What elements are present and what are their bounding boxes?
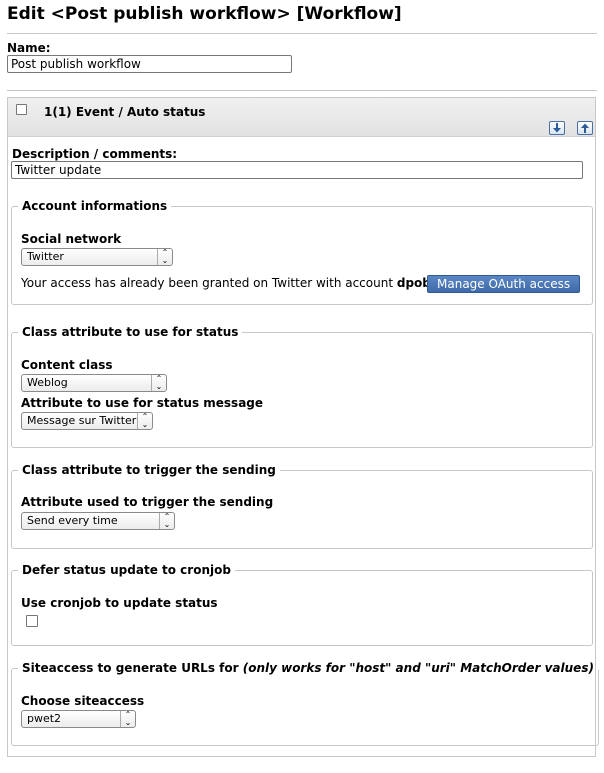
siteaccess-select-value: pwet2 xyxy=(27,712,62,725)
cronjob-checkbox[interactable] xyxy=(26,615,38,627)
siteaccess-label: Choose siteaccess xyxy=(21,694,145,708)
event-select-checkbox[interactable] xyxy=(16,104,27,115)
name-label: Name: xyxy=(7,41,51,55)
status-attribute-select[interactable]: Message sur Twitter ⌃ ⌄ xyxy=(21,412,153,430)
select-chevron-icon: ⌃ ⌄ xyxy=(120,711,135,727)
section-divider xyxy=(7,90,597,91)
arrow-down-icon xyxy=(553,123,561,133)
account-legend: Account informations xyxy=(22,199,168,213)
move-up-button[interactable] xyxy=(577,121,593,135)
page-title: Edit <Post publish workflow> [Workflow] xyxy=(7,4,402,24)
network-label: Social network xyxy=(21,232,122,246)
status-attribute-label: Attribute to use for status message xyxy=(21,396,264,410)
cronjob-legend: Defer status update to cronjob xyxy=(22,563,231,577)
title-divider xyxy=(7,33,597,34)
select-chevron-icon: ⌃ ⌄ xyxy=(137,413,152,429)
move-down-button[interactable] xyxy=(549,121,565,135)
content-class-select[interactable]: Weblog ⌃ ⌄ xyxy=(21,374,167,392)
manage-oauth-button[interactable]: Manage OAuth access xyxy=(427,275,581,293)
select-chevron-icon: ⌃ ⌄ xyxy=(151,375,166,391)
select-chevron-icon: ⌃ ⌄ xyxy=(159,513,174,529)
event-header-title: 1(1) Event / Auto status xyxy=(44,105,206,119)
siteaccess-legend-note: (only works for "host" and "uri" MatchOr… xyxy=(242,661,594,675)
trigger-select[interactable]: Send every time ⌃ ⌄ xyxy=(21,512,175,530)
cronjob-label: Use cronjob to update status xyxy=(21,596,218,610)
content-class-label: Content class xyxy=(21,358,113,372)
arrow-up-icon xyxy=(581,123,589,133)
network-select-value: Twitter xyxy=(27,250,64,263)
trigger-legend: Class attribute to trigger the sending xyxy=(22,463,276,477)
siteaccess-select[interactable]: pwet2 ⌃ ⌄ xyxy=(21,710,136,728)
name-input[interactable] xyxy=(7,55,292,73)
content-class-value: Weblog xyxy=(27,376,68,389)
siteaccess-legend-main: Siteaccess to generate URLs for xyxy=(22,661,243,675)
description-input[interactable] xyxy=(11,161,583,179)
trigger-label: Attribute used to trigger the sending xyxy=(21,495,274,509)
status-attribute-legend: Class attribute to use for status xyxy=(22,325,239,339)
siteaccess-legend: Siteaccess to generate URLs for (only wo… xyxy=(18,661,598,675)
status-attribute-value: Message sur Twitter xyxy=(27,414,137,427)
access-granted-text: Your access has already been granted on … xyxy=(21,276,447,290)
trigger-select-value: Send every time xyxy=(27,514,118,527)
network-select[interactable]: Twitter ⌃ ⌄ xyxy=(21,248,173,266)
granted-message: Your access has already been granted on … xyxy=(21,276,397,290)
select-chevron-icon: ⌃ ⌄ xyxy=(157,249,172,265)
description-label: Description / comments: xyxy=(12,147,178,161)
